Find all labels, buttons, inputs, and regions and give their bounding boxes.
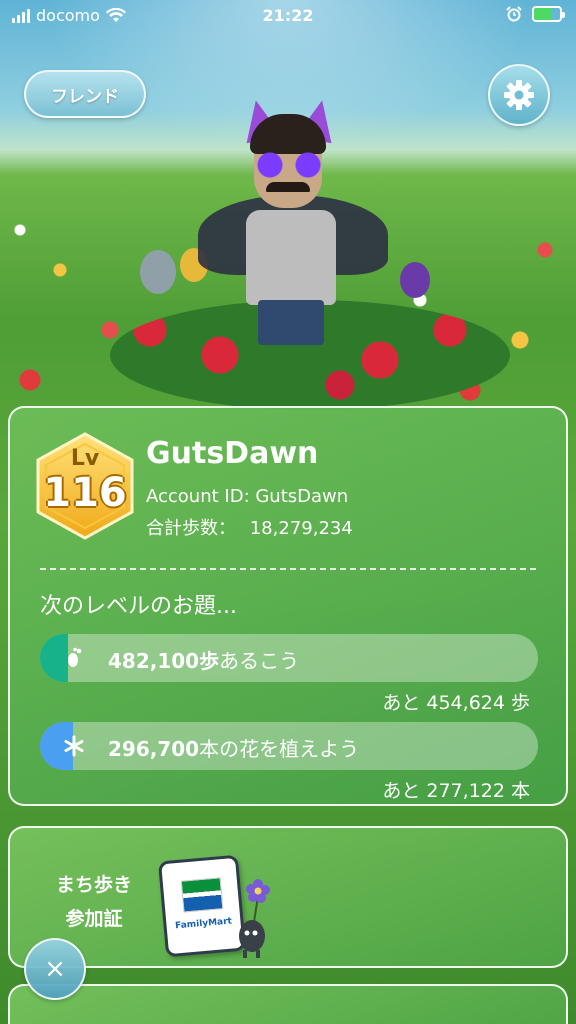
- avatar-mustache: [266, 182, 310, 192]
- status-right: [506, 6, 565, 22]
- pikmin-purple: [400, 262, 430, 298]
- gear-icon: [504, 80, 534, 110]
- pikmin-left: [140, 250, 176, 294]
- flower-icon: [62, 734, 86, 758]
- walking-pass-line1: まち歩き: [55, 874, 132, 896]
- task-walk-value: 482,100歩: [108, 649, 220, 673]
- task-plant-value: 296,700: [108, 737, 200, 761]
- task-walk-remaining: あと 454,624 歩: [382, 692, 530, 714]
- player-avatar[interactable]: [198, 96, 388, 345]
- task-walk-label: あるこう: [219, 649, 300, 673]
- username: GutsDawn: [146, 436, 319, 471]
- settings-button[interactable]: [488, 64, 550, 126]
- task-plant-remaining: あと 277,122 本: [382, 780, 530, 802]
- avatar-body: [246, 210, 336, 305]
- level-badge: Lv 116: [32, 430, 138, 542]
- friend-button[interactable]: フレンド: [24, 70, 146, 118]
- alarm-icon: [506, 6, 522, 22]
- walking-pass-label: まち歩き 参加証: [38, 868, 150, 936]
- clock: 21:22: [262, 6, 314, 25]
- level-number: 116: [43, 470, 127, 516]
- walking-pass-line2: 参加証: [65, 908, 123, 930]
- battery-icon: [532, 6, 565, 22]
- close-button[interactable]: ×: [24, 938, 86, 1000]
- status-bar: docomo 21:22: [0, 0, 576, 34]
- heart-glasses: [250, 152, 328, 178]
- walking-pass-card[interactable]: まち歩き 参加証 FamilyMart: [8, 826, 568, 968]
- total-steps-value: 18,279,234: [249, 518, 353, 539]
- footprint-icon: [62, 646, 86, 670]
- profile-card: Lv 116 GutsDawn Account ID: GutsDawn 合計歩…: [8, 406, 568, 806]
- task-plant-text: 296,700本の花を植えよう: [108, 733, 359, 762]
- next-level-title: 次のレベルのお題...: [40, 594, 237, 619]
- avatar-legs: [258, 300, 324, 345]
- next-card-partial: [8, 984, 568, 1024]
- dashed-divider: [40, 568, 536, 570]
- task-walk-text: 482,100歩あるこう: [108, 645, 299, 674]
- familymart-logo-icon: [180, 877, 224, 913]
- total-steps-label: 合計歩数：: [146, 518, 236, 539]
- task-plant-bar[interactable]: 296,700本の花を植えよう: [40, 722, 538, 770]
- task-walk-bar[interactable]: 482,100歩あるこう: [40, 634, 538, 682]
- task-plant-label: 本の花を植えよう: [199, 737, 360, 761]
- pikmin-icon: [239, 879, 270, 958]
- familymart-brand-text: FamilyMart: [174, 916, 233, 932]
- account-id: Account ID: GutsDawn: [146, 486, 349, 507]
- total-steps: 合計歩数： 18,279,234: [146, 514, 353, 540]
- level-label: Lv: [70, 446, 100, 471]
